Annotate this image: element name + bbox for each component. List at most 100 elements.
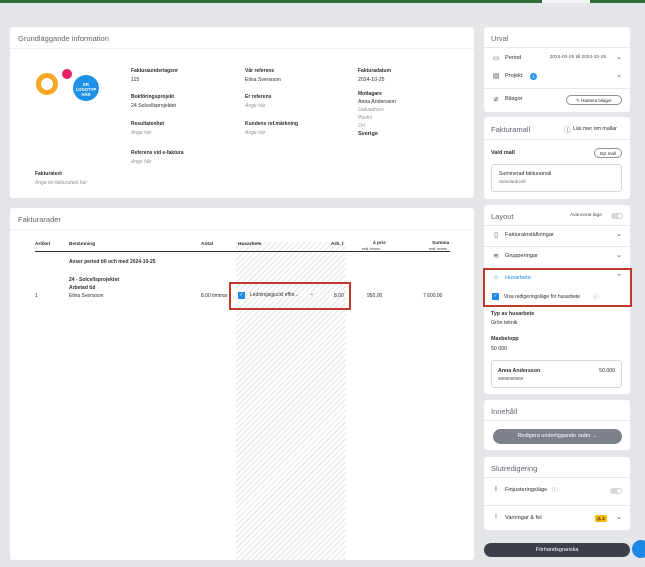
col-rot: Husarbete (238, 242, 262, 247)
attachments-label: Bilagor (505, 96, 523, 102)
max-amount-value: 50 000 (491, 346, 507, 352)
calendar-icon: ▭ (492, 55, 500, 62)
row-price: 950,00 (367, 293, 383, 299)
warnings-row[interactable]: ! Varningar & fel ⚠ 1 ⌄ (484, 510, 630, 528)
customer-ref-input[interactable]: Ange här (245, 130, 265, 136)
template-name: Summerad fakturamall (499, 171, 552, 177)
invoice-settings-row[interactable]: ▯ Fakturainställningar ⌄ (484, 227, 630, 245)
divider (10, 48, 474, 49)
result-unit-label: Resultatenhet (131, 121, 165, 127)
divider (484, 246, 630, 247)
booking-project-value[interactable]: 24 Solcellsprojektet (131, 103, 176, 109)
logo-badge: ER LOGOTYP HÄR (73, 75, 99, 101)
our-ref-value[interactable]: Elina Svensson (245, 77, 281, 83)
divider (484, 47, 630, 48)
cursor-icon: I (495, 486, 497, 493)
col-quantity: Antal (201, 242, 213, 247)
content-card: Innehåll Redigera underliggande rader → (484, 400, 630, 450)
fine-tune-toggle[interactable] (610, 488, 622, 494)
table-icon: ▤ (492, 73, 500, 80)
template-sub: Standardmall (499, 179, 526, 184)
invoice-date-label: Fakturadatum (358, 68, 392, 74)
your-ref-input[interactable]: Ange här (245, 103, 265, 109)
person-id: 9909090909 (498, 376, 524, 381)
recipient-city-input[interactable]: Ort (358, 123, 365, 129)
divider (484, 420, 630, 421)
groupings-row[interactable]: ≋ Grupperingar ⌄ (484, 248, 630, 266)
divider (484, 225, 630, 226)
customer-ref-label: Kundens ref.märkning (245, 121, 299, 127)
edit-underlying-rows-label: Redigera underliggande rader (517, 433, 591, 439)
layers-icon: ≋ (493, 253, 499, 260)
top-accent-gap (542, 0, 590, 3)
your-ref-label: Er referens (245, 94, 272, 100)
col-article: Artikel (35, 242, 50, 247)
invoice-date-value[interactable]: 2024-10-25 (358, 77, 385, 83)
invoice-text-input[interactable]: Ange en fakturatext här (35, 180, 87, 186)
divider (484, 505, 630, 506)
warnings-count: 1 (602, 516, 605, 521)
invoice-basis-value: 115 (131, 77, 140, 83)
help-fab[interactable] (632, 540, 645, 558)
logo-ring (36, 73, 58, 95)
recipient-name[interactable]: Anna Andersson (358, 99, 396, 105)
recipient-address-input[interactable]: Gatuadress (358, 107, 384, 113)
booking-project-label: Bokföringsprojekt (131, 94, 175, 100)
person-box[interactable]: Anna Andersson 50.000 9909090909 (491, 360, 622, 388)
row-name: Elina Svensson (69, 293, 104, 299)
edit-underlying-rows-button[interactable]: Redigera underliggande rader → (493, 429, 622, 444)
chevron-down-icon: ⌄ (616, 72, 622, 79)
period-text: Avser period till och med 2024-10-25 (69, 259, 156, 265)
advanced-mode-toggle[interactable] (611, 213, 623, 219)
warnings-label: Varningar & fel (505, 515, 542, 521)
project-label: Projekt (505, 73, 523, 79)
row-article: 1 (35, 293, 38, 299)
chevron-down-icon: ⌄ (616, 54, 622, 61)
document-icon: ▯ (494, 232, 498, 239)
col-price: á pris (373, 241, 386, 246)
advanced-mode-label: Avancerat läge (570, 213, 602, 218)
einvoice-ref-label: Referens vid e-faktura (131, 150, 184, 156)
invoice-rows-card: Fakturarader Artikel Benämning Antal Hus… (10, 208, 474, 560)
paperclip-icon: ⌀ (493, 96, 499, 103)
groupings-label: Grupperingar (505, 253, 538, 259)
fine-tune-label: Finjusteringsläge (505, 487, 548, 493)
recipient-country[interactable]: Sverige (358, 131, 378, 137)
invoice-rows-title: Fakturarader (18, 215, 61, 224)
basic-info-title: Grundläggande information (18, 34, 109, 43)
row-quantity: 8,00 timmar (201, 293, 228, 299)
basic-info-card: Grundläggande information ER LOGOTYP HÄR… (10, 27, 474, 198)
info-icon: ⓘ (564, 127, 571, 134)
selection-card: Urval ▭ Period 2024-03-25 till 2024-10-2… (484, 27, 630, 112)
change-template-button[interactable]: Byt mall (594, 148, 622, 158)
divider (484, 477, 630, 478)
rot-type-value: Grön teknik (491, 320, 518, 326)
manage-attachments-button[interactable]: ✎ Hantera bilagor (566, 95, 622, 105)
arrow-right-icon: → (590, 433, 598, 439)
divider (484, 139, 630, 140)
preview-button[interactable]: Förhandsgranska (484, 543, 630, 557)
rot-section-highlight (483, 268, 632, 307)
help-icon: ⓘ (552, 488, 558, 494)
template-title: Fakturamall (491, 125, 531, 134)
einvoice-ref-input[interactable]: Ange här (131, 159, 151, 165)
col-sum: Summa (432, 241, 450, 246)
row-sum: 7 600,00 (423, 293, 443, 299)
project-count-badge: 1 (530, 73, 537, 80)
recipient-zip-input[interactable]: Postnr (358, 115, 372, 121)
period-row[interactable]: ▭ Period 2024-03-25 till 2024-10-25 ⌄ (484, 50, 630, 68)
result-unit-input[interactable]: Ange här (131, 130, 151, 136)
invoice-basis-label: Fakturaunderlagsnr (131, 68, 178, 74)
recipient-label: Mottagare (358, 91, 382, 97)
template-card: Fakturamall ⓘ Läs mer om mallar Vald mal… (484, 117, 630, 199)
final-edit-card: Slutredigering I Finjusteringsläge ⓘ ! V… (484, 457, 630, 530)
project-row[interactable]: ▤ Projekt 1 ⌄ (484, 68, 630, 86)
work-label: Arbetad tid (69, 285, 96, 291)
person-amount: 50.000 (599, 368, 615, 374)
rot-type-label: Typ av husarbete (491, 311, 535, 317)
read-more-link[interactable]: Läs mer om mallar (573, 126, 617, 132)
rot-row-highlight (229, 282, 351, 310)
template-box[interactable]: Summerad fakturamall Standardmall (491, 164, 622, 192)
max-amount-label: Maxbelopp (491, 336, 519, 342)
period-value: 2024-03-25 till 2024-10-25 (549, 55, 606, 60)
